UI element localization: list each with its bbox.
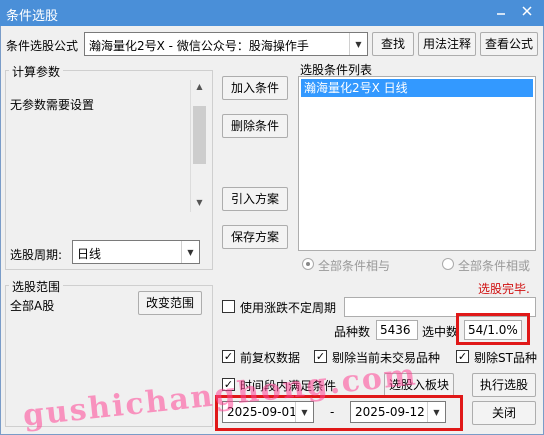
- pre-adjust-checkbox[interactable]: ✓: [222, 350, 235, 363]
- period-label: 选股周期:: [10, 248, 63, 262]
- title-bar: 条件选股: [0, 0, 544, 26]
- exclude-st-label: 剔除ST品种: [474, 351, 537, 365]
- radio-and[interactable]: [302, 258, 314, 270]
- selected-label: 选中数: [422, 325, 459, 339]
- scroll-up-icon[interactable]: ▲: [193, 82, 206, 94]
- view-formula-button[interactable]: 查看公式: [480, 32, 538, 56]
- params-text: 无参数需要设置: [10, 98, 95, 112]
- formula-select[interactable]: 瀚海量化2号X - 微信公众号：股海操作手 ▼: [84, 32, 368, 56]
- scrollbar-thumb[interactable]: [193, 106, 206, 164]
- minimize-icon[interactable]: [494, 4, 508, 18]
- radio-or[interactable]: [442, 258, 454, 270]
- exclude-untraded-checkbox[interactable]: ✓: [314, 350, 327, 363]
- change-scope-button[interactable]: 改变范围: [138, 291, 202, 315]
- execute-button[interactable]: 执行选股: [472, 373, 536, 397]
- formula-label: 条件选股公式: [6, 39, 79, 53]
- delete-condition-button[interactable]: 删除条件: [222, 114, 288, 138]
- close-icon[interactable]: [520, 4, 534, 18]
- list-item[interactable]: 瀚海量化2号X 日线: [301, 79, 533, 97]
- window-title: 条件选股: [6, 9, 59, 24]
- scope-text: 全部A股: [10, 299, 55, 313]
- period-value: 日线: [77, 247, 102, 261]
- close-button[interactable]: 关闭: [472, 401, 536, 425]
- radio-or-label: 全部条件相或: [458, 259, 531, 273]
- count-label: 品种数: [334, 325, 371, 339]
- highlight-box: [456, 313, 530, 345]
- find-button[interactable]: 查找: [372, 32, 414, 56]
- period-select[interactable]: 日线 ▼: [72, 240, 200, 264]
- count-value: 5436: [376, 320, 418, 340]
- params-group-title: 计算参数: [9, 63, 64, 80]
- radio-and-label: 全部条件相与: [318, 259, 391, 273]
- chevron-down-icon[interactable]: ▼: [349, 33, 367, 55]
- pre-adjust-label: 前复权数据: [240, 351, 301, 365]
- params-scrollbar[interactable]: ▲ ▼: [190, 80, 207, 212]
- save-plan-button[interactable]: 保存方案: [222, 225, 288, 249]
- usage-notes-button[interactable]: 用法注释: [418, 32, 476, 56]
- scroll-down-icon[interactable]: ▼: [193, 198, 206, 210]
- conditions-list[interactable]: 瀚海量化2号X 日线: [298, 76, 536, 251]
- variable-period-label: 使用涨跌不定周期: [240, 301, 337, 315]
- add-condition-button[interactable]: 加入条件: [222, 76, 288, 100]
- import-plan-button[interactable]: 引入方案: [222, 187, 288, 211]
- variable-period-checkbox[interactable]: [222, 300, 235, 313]
- chevron-down-icon[interactable]: ▼: [181, 241, 199, 263]
- status-text: 选股完毕.: [478, 282, 530, 296]
- exclude-st-checkbox[interactable]: ✓: [456, 350, 469, 363]
- formula-value: 瀚海量化2号X - 微信公众号：股海操作手: [89, 39, 309, 53]
- scope-group-title: 选股范围: [9, 278, 64, 295]
